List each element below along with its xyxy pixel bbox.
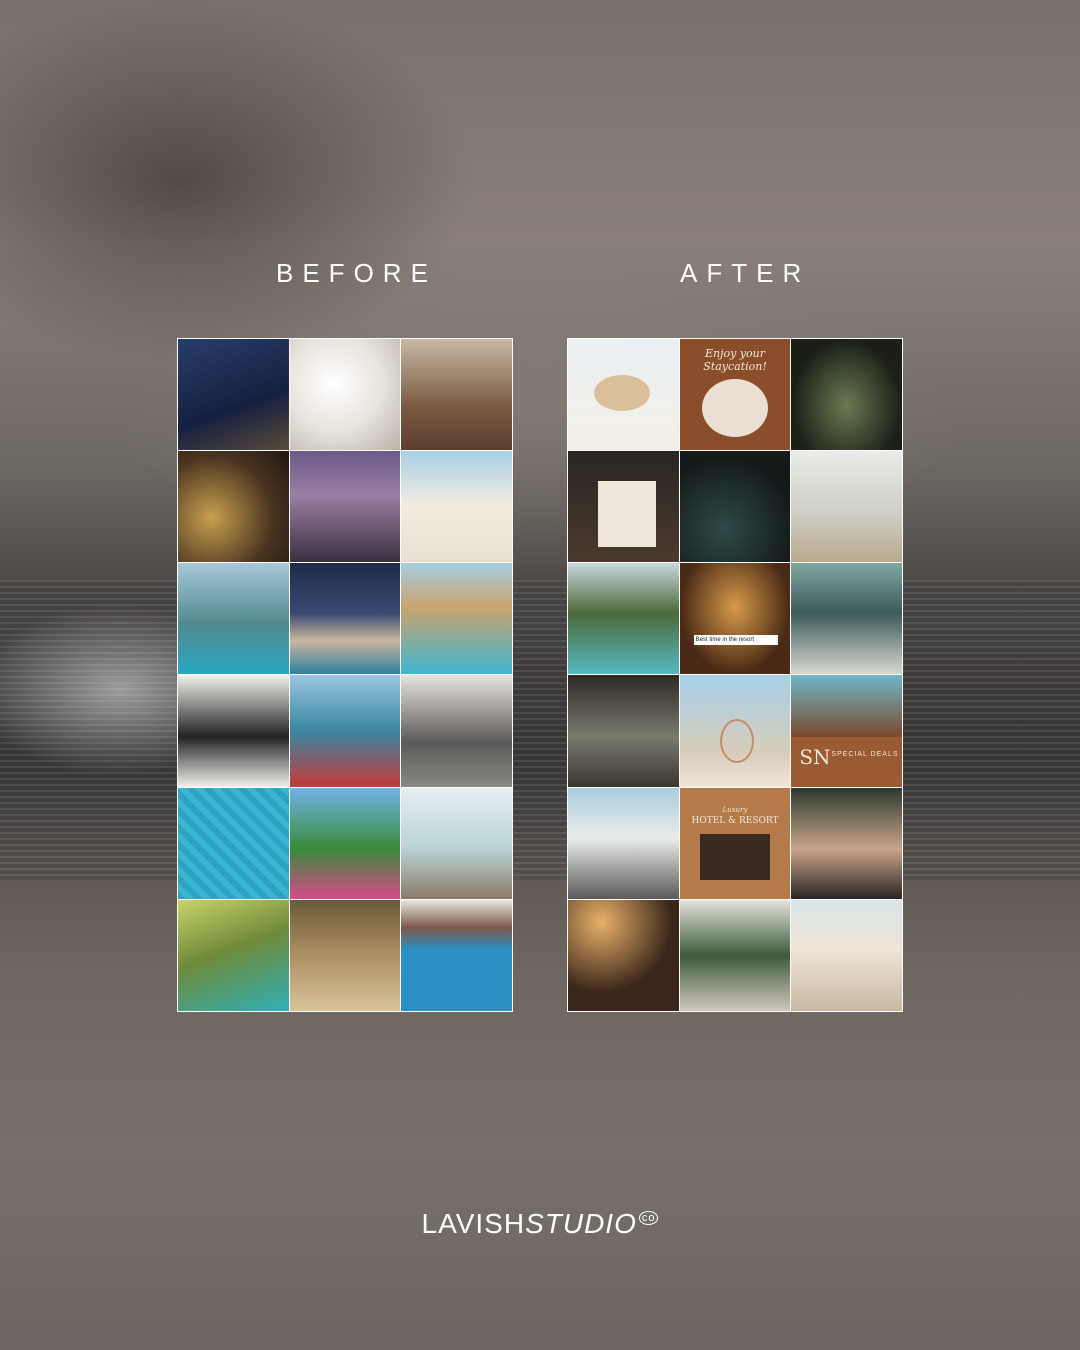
after-tile-checklist [568,451,679,563]
before-tile [401,563,512,675]
staycation-photo-circle [701,379,768,437]
before-tile [401,451,512,563]
sun-hat-shape [594,375,650,411]
after-tile [679,675,791,787]
before-tile [289,675,401,787]
before-tile [178,675,289,787]
before-tile [401,787,512,899]
after-tile [679,451,791,563]
after-tile-resort: Luxury HOTEL & RESORT [679,787,791,899]
before-tile [178,451,289,563]
resort-title: HOTEL & RESORT [691,815,779,826]
background-sea [0,580,1080,880]
before-tile [401,339,512,451]
resort-photo [699,833,770,880]
after-tile [568,339,679,451]
before-tile [289,787,401,899]
before-tile [178,339,289,451]
hanging-chair-shape [719,719,754,764]
before-tile [289,451,401,563]
before-tile [178,563,289,675]
brand-logo: LAVISHSTUDIO co [0,1208,1080,1240]
special-deals-label: SPECIAL DEALS [831,751,899,759]
after-tile-staycation: Enjoy your Staycation! [679,339,791,451]
after-tile-special-deals: SN SPECIAL DEALS [791,675,902,787]
after-heading: AFTER [680,258,811,288]
before-tile [289,339,401,451]
after-tile [568,899,679,1011]
after-tile [791,563,902,675]
before-tile [401,899,512,1011]
resort-tag: Luxury [722,805,748,814]
brand-name-regular: LAVISH [421,1208,526,1239]
after-tile [568,787,679,899]
checklist-card [598,481,656,548]
after-tile [791,899,902,1011]
after-tile [791,451,902,563]
before-tile [289,563,401,675]
before-tile [289,899,401,1011]
search-text: Best time in the resort [693,635,778,646]
after-tile [679,899,791,1011]
staycation-title: Enjoy your Staycation! [703,347,767,373]
brand-name-italic: STUDIO [525,1208,637,1239]
before-tile [401,675,512,787]
after-tile [791,339,902,451]
before-heading: BEFORE [276,258,437,288]
after-tile [568,563,679,675]
before-tile [178,787,289,899]
after-tile-search: Best time in the resort [679,563,791,675]
before-feed-grid [177,338,513,1012]
after-feed-grid: Enjoy your Staycation! Best time in the … [567,338,903,1012]
before-tile [178,899,289,1011]
brand-mark: co [638,1211,659,1225]
after-tile [791,787,902,899]
after-tile [568,675,679,787]
deals-monogram: SN [799,745,831,770]
